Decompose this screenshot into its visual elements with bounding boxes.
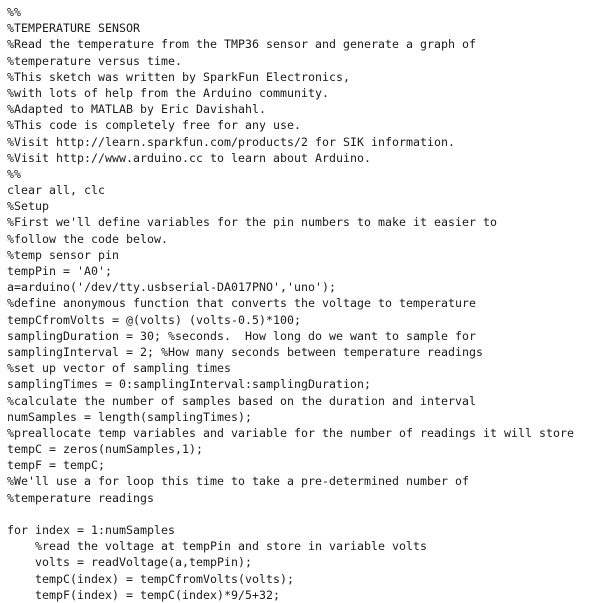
code-line: %Visit http://www.arduino.cc to learn ab… (7, 150, 372, 165)
code-line: %set up vector of sampling times (7, 361, 232, 376)
code-line: a=arduino('/dev/tty.usbserial-DA017PNO',… (7, 280, 337, 295)
code-line: %follow the code below. (7, 231, 169, 246)
code-line: %with lots of help from the Arduino comm… (7, 85, 330, 100)
code-line: %This code is completely free for any us… (7, 118, 302, 133)
code-line: volts = readVoltage(a,tempPin); (7, 555, 253, 570)
code-line: %This sketch was written by SparkFun Ele… (7, 69, 351, 84)
code-line: samplingDuration = 30; %seconds. How lon… (7, 328, 477, 343)
code-line: %% (7, 166, 22, 181)
code-line: %temp sensor pin (7, 247, 120, 262)
code-line: %Read the temperature from the TMP36 sen… (7, 37, 477, 52)
code-line: %preallocate temp variables and variable… (7, 425, 575, 440)
code-line: %define anonymous function that converts… (7, 296, 477, 311)
code-line: %Visit http://learn.sparkfun.com/product… (7, 134, 456, 149)
code-line: samplingTimes = 0:samplingInterval:sampl… (7, 377, 372, 392)
code-listing[interactable]: %% %TEMPERATURE SENSOR %Read the temperatu… (0, 0, 594, 602)
code-line: clear all, clc (7, 183, 106, 198)
code-line: tempC(index) = tempCfromVolts(volts); (7, 571, 295, 586)
code-line: tempC = zeros(numSamples,1); (7, 442, 204, 457)
code-line: %We'll use a for loop this time to take … (7, 474, 470, 489)
code-line: %temperature readings (7, 490, 155, 505)
code-line: %First we'll define variables for the pi… (7, 215, 498, 230)
code-line: %Setup (7, 199, 50, 214)
code-line: numSamples = length(samplingTimes); (7, 409, 253, 424)
code-line: tempCfromVolts = @(volts) (volts-0.5)*10… (7, 312, 302, 327)
code-line: tempF = tempC; (7, 458, 106, 473)
code-line: samplingInterval = 2; %How many seconds … (7, 344, 484, 359)
code-line: %temperature versus time. (7, 53, 183, 68)
code-line: %TEMPERATURE SENSOR (7, 21, 141, 36)
code-line: %calculate the number of samples based o… (7, 393, 477, 408)
code-line: %% (7, 5, 22, 19)
code-line: %read the voltage at tempPin and store i… (7, 539, 428, 554)
code-line: tempPin = 'A0'; (7, 264, 113, 278)
code-line: tempF(index) = tempC(index)*9/5+32; (7, 587, 281, 602)
code-line: for index = 1:numSamples (7, 523, 176, 537)
code-line: %Adapted to MATLAB by Eric Davishahl. (7, 102, 267, 117)
